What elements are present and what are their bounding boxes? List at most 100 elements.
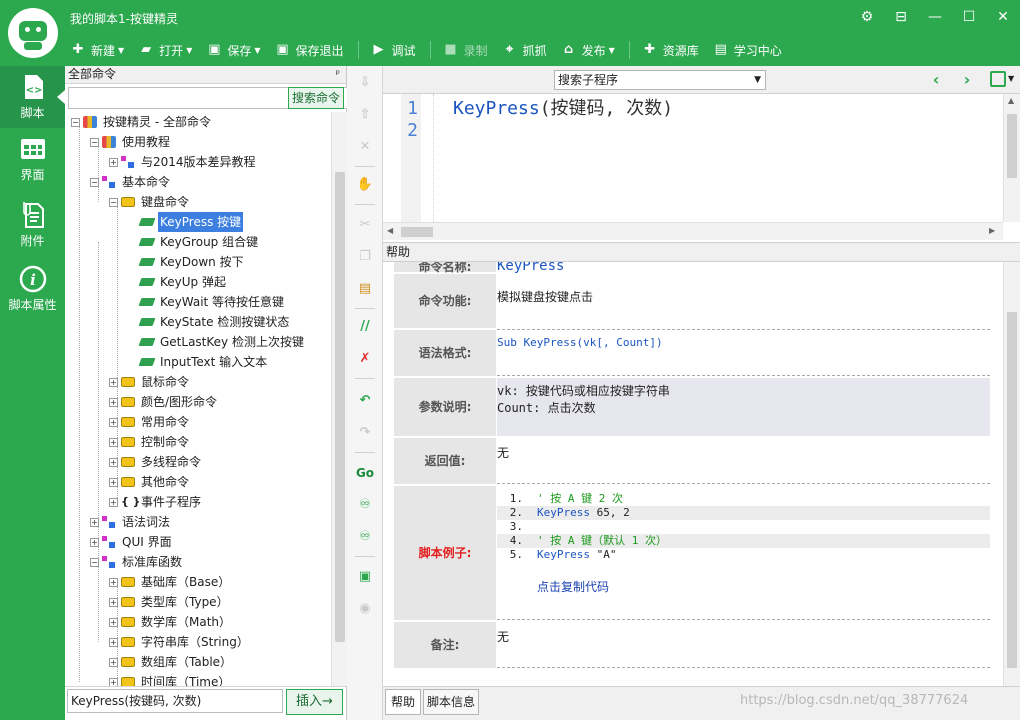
expand-toggle-icon[interactable]: + <box>90 537 99 547</box>
nav-item-script-properties[interactable]: i 脚本属性 <box>0 258 65 320</box>
scroll-up-icon[interactable]: ▲ <box>1008 96 1014 105</box>
close-button[interactable]: ✕ <box>986 4 1020 30</box>
save-exit-button[interactable]: ▣ 保存退出 <box>275 38 343 62</box>
minimize-button[interactable]: — <box>918 4 952 30</box>
tree-node[interactable]: KeyWait 等待按任意键 <box>128 292 286 312</box>
nav-item-interface[interactable]: 界面 <box>0 128 65 190</box>
undo-icon[interactable]: ↶ <box>353 390 377 412</box>
tree-node[interactable]: KeyGroup 组合键 <box>128 232 260 252</box>
tree-node[interactable]: + 鼠标命令 <box>109 372 191 392</box>
previous-arrow-icon[interactable]: ‹ <box>926 70 946 90</box>
tree-node[interactable]: + 时间库（Time） <box>109 672 232 686</box>
tree-node[interactable]: InputText 输入文本 <box>128 352 269 372</box>
delete-icon[interactable]: ✕ <box>353 136 377 158</box>
tree-node[interactable]: + 数组库（Table） <box>109 652 234 672</box>
maximize-button[interactable]: ☐ <box>952 4 986 30</box>
subroutine-search-select[interactable]: 搜索子程序 ▼ <box>554 70 766 90</box>
skin-menu-icon[interactable]: ⊟ <box>884 4 918 30</box>
tree-node[interactable]: − 基本命令 <box>90 172 172 192</box>
goto-icon[interactable]: Go <box>353 462 377 484</box>
layout-caret-icon[interactable]: ▼ <box>1008 74 1014 83</box>
editor-horizontal-scrollbar[interactable]: ◀ ▶ <box>383 222 1003 240</box>
editor-vertical-scrollbar[interactable]: ▲ <box>1003 94 1020 222</box>
pin-icon[interactable]: ᵖ <box>336 66 340 83</box>
comment-icon[interactable]: // <box>353 316 377 338</box>
expand-toggle-icon[interactable]: + <box>109 617 118 627</box>
code-editor[interactable]: 1 2 KeyPress(按键码, 次数) ▲ ◀ ▶ <box>383 94 1020 240</box>
copy-icon[interactable]: ❐ <box>353 246 377 268</box>
scrollbar-thumb[interactable] <box>401 227 433 237</box>
command-syntax-field[interactable]: KeyPress(按键码, 次数) <box>67 689 283 713</box>
find-binoculars-icon[interactable]: ♾ <box>353 494 377 516</box>
tree-node[interactable]: + 字符串库（String） <box>109 632 251 652</box>
open-button[interactable]: ▰ 打开 ▼ <box>138 38 192 62</box>
variable-panel-icon[interactable]: ▣ <box>353 566 377 588</box>
tree-node[interactable]: − 使用教程 <box>90 132 172 152</box>
expand-toggle-icon[interactable]: + <box>109 497 118 507</box>
publish-button[interactable]: ⌂ 发布 ▼ <box>561 38 615 62</box>
tree-node[interactable]: + 数学库（Math） <box>109 612 233 632</box>
paste-icon[interactable]: ▤ <box>353 278 377 300</box>
collapse-toggle-icon[interactable]: − <box>90 177 99 187</box>
expand-toggle-icon[interactable]: + <box>109 437 118 447</box>
record-button[interactable]: ■ 录制 <box>443 38 487 62</box>
expand-toggle-icon[interactable]: + <box>109 637 118 647</box>
new-button[interactable]: ✚ 新建 ▼ <box>70 38 125 62</box>
move-up-icon[interactable]: ⇧ <box>353 104 377 126</box>
scrollbar-thumb[interactable] <box>335 172 345 642</box>
tree-node[interactable]: + 与2014版本差异教程 <box>109 152 258 172</box>
move-down-icon[interactable]: ⇩ <box>353 72 377 94</box>
tree-node[interactable]: + 类型库（Type） <box>109 592 231 612</box>
save-button[interactable]: ▣ 保存 ▼ <box>206 38 260 62</box>
search-command-button[interactable]: 搜索命令 <box>288 87 344 109</box>
tree-node[interactable]: KeyState 检测按键状态 <box>128 312 291 332</box>
tree-node[interactable]: KeyDown 按下 <box>128 252 246 272</box>
expand-toggle-icon[interactable]: + <box>109 417 118 427</box>
tree-node[interactable]: + 颜色/图形命令 <box>109 392 219 412</box>
tab-help[interactable]: 帮助 <box>385 689 421 715</box>
nav-item-script[interactable]: <> 脚本 <box>0 66 65 128</box>
command-tree-scrollbar[interactable] <box>331 112 347 686</box>
tree-node[interactable]: − 键盘命令 <box>109 192 191 212</box>
replace-binoculars-icon[interactable]: ♾ <box>353 526 377 548</box>
expand-toggle-icon[interactable]: + <box>90 517 99 527</box>
nav-item-attachment[interactable]: 附件 <box>0 194 65 256</box>
scrollbar-thumb[interactable] <box>1007 114 1017 178</box>
copy-code-link[interactable]: 点击复制代码 <box>537 578 609 595</box>
tree-node[interactable]: + 其他命令 <box>109 472 191 492</box>
uncomment-icon[interactable]: ✗ <box>353 348 377 370</box>
tree-node[interactable]: + 基础库（Base） <box>109 572 232 592</box>
collapse-toggle-icon[interactable]: − <box>90 137 99 147</box>
cut-icon[interactable]: ✂ <box>353 214 377 236</box>
resource-library-button[interactable]: ✚ 资源库 <box>642 38 698 62</box>
view-eye-icon[interactable]: ◉ <box>353 598 377 620</box>
tree-node[interactable]: + QUI 界面 <box>90 532 174 552</box>
expand-toggle-icon[interactable]: + <box>109 397 118 407</box>
tree-node[interactable]: KeyPress 按键 <box>128 212 244 232</box>
collapse-toggle-icon[interactable]: − <box>71 117 80 127</box>
redo-icon[interactable]: ↷ <box>353 422 377 444</box>
expand-toggle-icon[interactable]: + <box>109 577 118 587</box>
tree-node[interactable]: + 多线程命令 <box>109 452 203 472</box>
expand-toggle-icon[interactable]: + <box>109 657 118 667</box>
settings-gear-icon[interactable]: ⚙ <box>850 4 884 30</box>
scroll-right-icon[interactable]: ▶ <box>989 226 995 235</box>
tree-node[interactable]: − 按键精灵 - 全部命令 <box>71 112 213 132</box>
expand-toggle-icon[interactable]: + <box>109 597 118 607</box>
collapse-toggle-icon[interactable]: − <box>109 197 118 207</box>
scrollbar-thumb[interactable] <box>1007 312 1017 668</box>
code-line-1[interactable]: KeyPress(按键码, 次数) <box>453 98 673 120</box>
expand-toggle-icon[interactable]: + <box>109 377 118 387</box>
tree-node[interactable]: KeyUp 弹起 <box>128 272 228 292</box>
collapse-toggle-icon[interactable]: − <box>90 557 99 567</box>
expand-toggle-icon[interactable]: + <box>109 457 118 467</box>
capture-button[interactable]: ⌖ 抓抓 <box>502 38 547 62</box>
expand-toggle-icon[interactable]: + <box>109 677 118 686</box>
tree-node[interactable]: GetLastKey 检测上次按键 <box>128 332 306 352</box>
debug-button[interactable]: ▶ 调试 <box>371 38 416 62</box>
tree-node[interactable]: + 常用命令 <box>109 412 191 432</box>
insert-button[interactable]: 插入→ <box>286 689 343 715</box>
help-vertical-scrollbar[interactable] <box>1003 262 1020 686</box>
expand-toggle-icon[interactable]: + <box>109 477 118 487</box>
expand-toggle-icon[interactable]: + <box>109 157 118 167</box>
